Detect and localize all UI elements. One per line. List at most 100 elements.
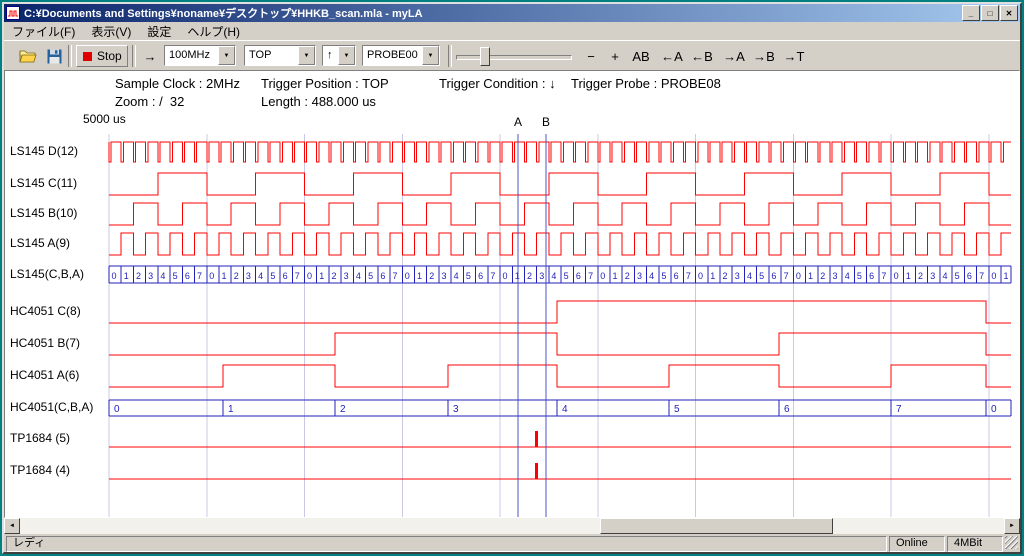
svg-text:3: 3 bbox=[637, 271, 642, 281]
svg-text:0: 0 bbox=[991, 271, 996, 281]
svg-text:0: 0 bbox=[991, 404, 997, 415]
goto-trigger-button[interactable]: →T bbox=[780, 45, 808, 67]
scroll-right-button[interactable]: ► bbox=[1004, 518, 1020, 534]
svg-text:1: 1 bbox=[613, 271, 618, 281]
zoom-in-button[interactable]: + bbox=[604, 45, 626, 67]
channel-label: TP1684 (5) bbox=[10, 431, 70, 445]
goto-marker-a-left-button[interactable]: ←A bbox=[658, 45, 686, 67]
svg-text:1: 1 bbox=[906, 271, 911, 281]
svg-text:0: 0 bbox=[112, 271, 117, 281]
svg-text:4: 4 bbox=[649, 271, 654, 281]
svg-text:6: 6 bbox=[869, 271, 874, 281]
svg-text:0: 0 bbox=[114, 404, 120, 415]
toolbar-separator bbox=[68, 45, 72, 67]
waveform-area[interactable]: 0123456701234567012345670123456701234567… bbox=[5, 71, 1019, 517]
svg-text:2: 2 bbox=[918, 271, 923, 281]
svg-text:6: 6 bbox=[185, 271, 190, 281]
svg-text:6: 6 bbox=[967, 271, 972, 281]
menubar: ファイル(F) 表示(V) 設定 ヘルプ(H) bbox=[4, 22, 1020, 41]
svg-text:0: 0 bbox=[698, 271, 703, 281]
run-button[interactable]: → bbox=[138, 45, 162, 67]
svg-text:3: 3 bbox=[344, 271, 349, 281]
svg-text:2: 2 bbox=[820, 271, 825, 281]
svg-text:4: 4 bbox=[258, 271, 263, 281]
app-icon bbox=[6, 6, 20, 20]
chevron-down-icon[interactable]: ▼ bbox=[422, 46, 439, 65]
menu-help[interactable]: ヘルプ(H) bbox=[179, 22, 248, 41]
trigger-position-select[interactable]: TOP ▼ bbox=[244, 45, 316, 66]
channel-label: LS145 A(9) bbox=[10, 236, 70, 250]
resize-grip[interactable] bbox=[1005, 536, 1018, 549]
svg-text:3: 3 bbox=[735, 271, 740, 281]
svg-text:0: 0 bbox=[307, 271, 312, 281]
toolbar-separator bbox=[448, 45, 452, 67]
trigger-probe-select[interactable]: PROBE00 ▼ bbox=[362, 45, 440, 66]
window-controls: _ □ ✕ bbox=[962, 5, 1018, 21]
zoom-slider-thumb[interactable] bbox=[480, 47, 490, 66]
svg-text:2: 2 bbox=[625, 271, 630, 281]
sample-clock-select[interactable]: 100MHz ▼ bbox=[164, 45, 236, 66]
chevron-down-icon[interactable]: ▼ bbox=[338, 46, 355, 65]
goto-marker-b-left-button[interactable]: ←B bbox=[688, 45, 716, 67]
svg-text:2: 2 bbox=[429, 271, 434, 281]
channel-label: HC4051 A(6) bbox=[10, 368, 79, 382]
chevron-down-icon[interactable]: ▼ bbox=[298, 46, 315, 65]
channel-label: LS145(C,B,A) bbox=[10, 267, 84, 281]
waveform-panel: Sample Clock : 2MHz Trigger Position : T… bbox=[4, 70, 1020, 518]
menu-file[interactable]: ファイル(F) bbox=[4, 22, 83, 41]
scroll-left-button[interactable]: ◄ bbox=[4, 518, 20, 534]
svg-text:7: 7 bbox=[197, 271, 202, 281]
svg-text:5: 5 bbox=[759, 271, 764, 281]
svg-text:1: 1 bbox=[228, 404, 234, 415]
svg-text:0: 0 bbox=[209, 271, 214, 281]
chevron-down-icon[interactable]: ▼ bbox=[218, 46, 235, 65]
svg-text:5: 5 bbox=[564, 271, 569, 281]
svg-text:3: 3 bbox=[148, 271, 153, 281]
close-button[interactable]: ✕ bbox=[1000, 5, 1018, 21]
floppy-disk-icon bbox=[47, 49, 62, 64]
svg-text:0: 0 bbox=[796, 271, 801, 281]
window-title: C:¥Documents and Settings¥noname¥デスクトップ¥… bbox=[24, 5, 962, 21]
svg-text:5: 5 bbox=[270, 271, 275, 281]
svg-text:4: 4 bbox=[160, 271, 165, 281]
svg-text:2: 2 bbox=[234, 271, 239, 281]
ab-button[interactable]: AB bbox=[628, 45, 654, 67]
svg-text:4: 4 bbox=[562, 404, 568, 415]
titlebar[interactable]: C:¥Documents and Settings¥noname¥デスクトップ¥… bbox=[4, 4, 1020, 22]
svg-text:6: 6 bbox=[283, 271, 288, 281]
zoom-out-button[interactable]: − bbox=[580, 45, 602, 67]
channel-label: HC4051 B(7) bbox=[10, 336, 80, 350]
channel-label: LS145 D(12) bbox=[10, 144, 78, 158]
svg-text:5: 5 bbox=[661, 271, 666, 281]
svg-text:4: 4 bbox=[356, 271, 361, 281]
svg-text:7: 7 bbox=[881, 271, 886, 281]
menu-settings[interactable]: 設定 bbox=[139, 22, 179, 41]
svg-text:1: 1 bbox=[710, 271, 715, 281]
goto-marker-a-right-button[interactable]: →A bbox=[720, 45, 748, 67]
open-folder-icon bbox=[19, 49, 37, 63]
svg-text:0: 0 bbox=[503, 271, 508, 281]
svg-text:5: 5 bbox=[857, 271, 862, 281]
svg-text:6: 6 bbox=[576, 271, 581, 281]
zoom-slider[interactable] bbox=[456, 47, 572, 65]
svg-text:5: 5 bbox=[173, 271, 178, 281]
svg-text:7: 7 bbox=[686, 271, 691, 281]
svg-text:4: 4 bbox=[942, 271, 947, 281]
horizontal-scrollbar[interactable]: ◄ ► bbox=[4, 518, 1020, 534]
trigger-edge-select[interactable]: ↑ ▼ bbox=[322, 45, 356, 66]
minimize-button[interactable]: _ bbox=[962, 5, 980, 21]
maximize-button[interactable]: □ bbox=[981, 5, 999, 21]
app-window: C:¥Documents and Settings¥noname¥デスクトップ¥… bbox=[2, 2, 1022, 554]
goto-marker-b-right-button[interactable]: →B bbox=[750, 45, 778, 67]
scroll-thumb[interactable] bbox=[600, 518, 833, 534]
svg-text:6: 6 bbox=[674, 271, 679, 281]
svg-text:3: 3 bbox=[930, 271, 935, 281]
svg-text:6: 6 bbox=[380, 271, 385, 281]
trigger-edge-value: ↑ bbox=[323, 46, 338, 65]
stop-button[interactable]: Stop bbox=[76, 45, 128, 67]
open-button[interactable] bbox=[16, 45, 40, 67]
menu-view[interactable]: 表示(V) bbox=[83, 22, 139, 41]
svg-text:3: 3 bbox=[832, 271, 837, 281]
save-button[interactable] bbox=[42, 45, 66, 67]
svg-text:7: 7 bbox=[588, 271, 593, 281]
